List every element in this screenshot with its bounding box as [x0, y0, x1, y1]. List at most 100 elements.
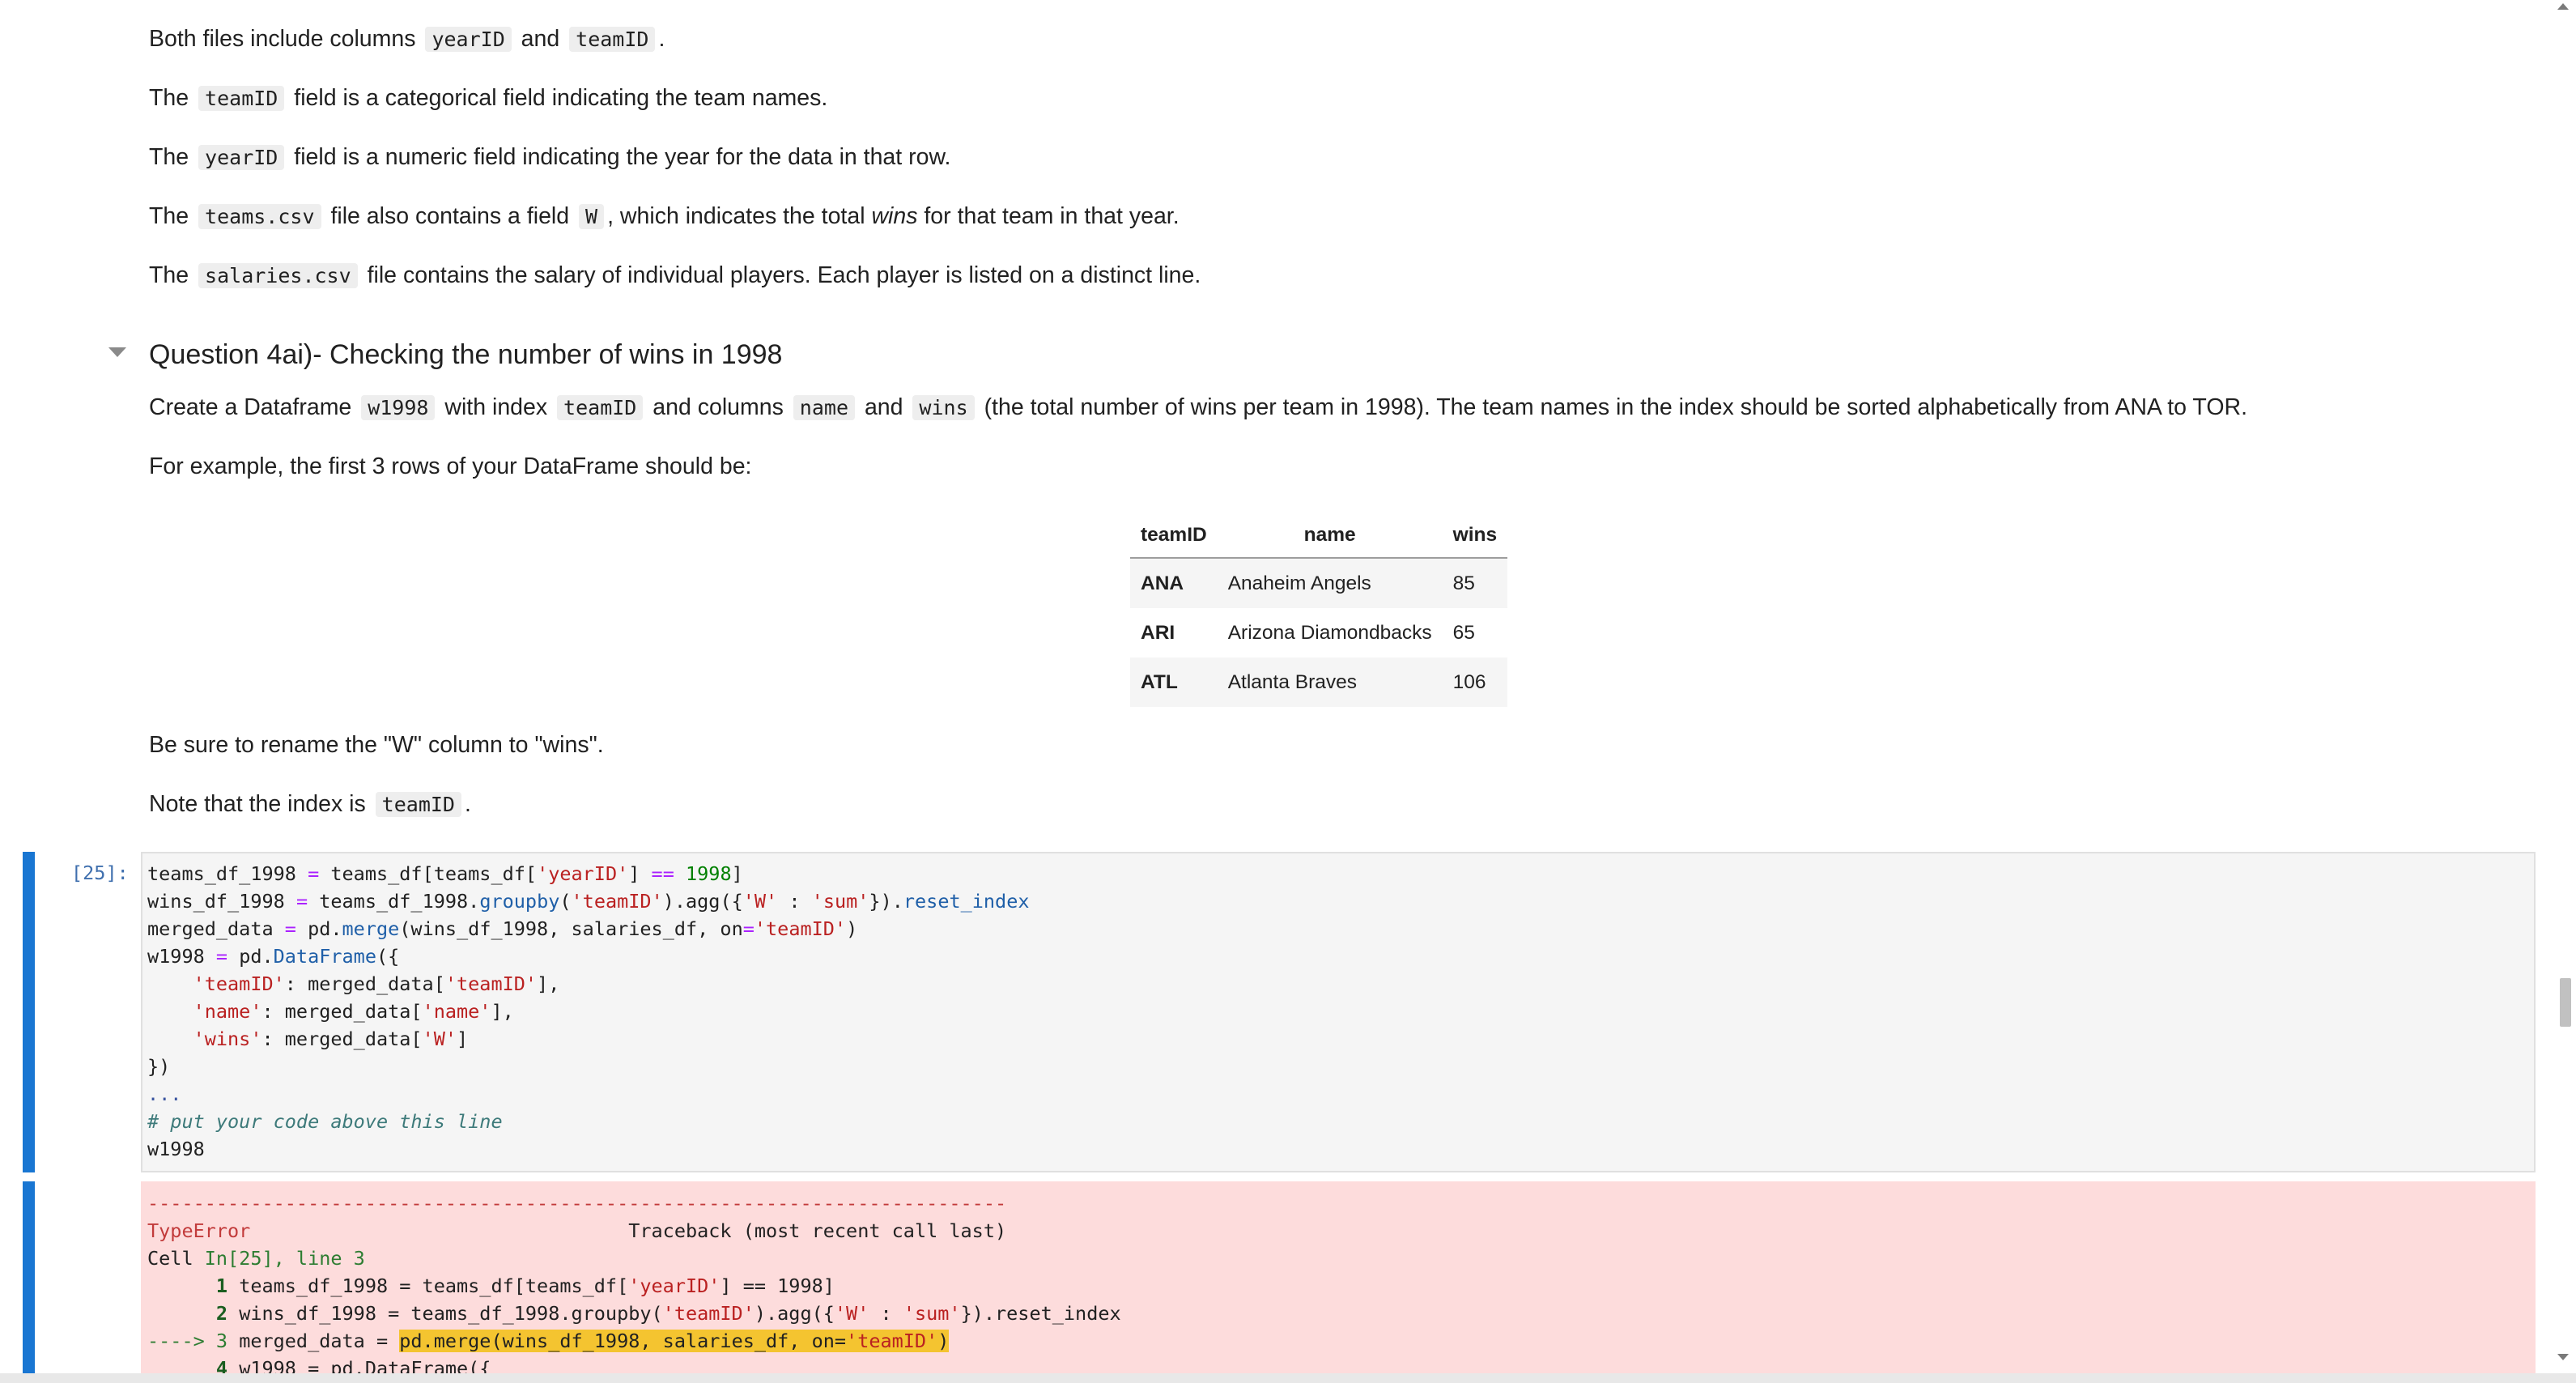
code-line: teams_df_1998 = teams_df[teams_df['yearI… [147, 862, 743, 885]
text: The [149, 144, 189, 170]
text: Cell [147, 1247, 205, 1270]
inline-code: W [579, 204, 605, 229]
text: The [149, 262, 189, 288]
text: (the total number of wins per team in 19… [984, 394, 2247, 420]
table-row: ATL Atlanta Braves 106 [1130, 657, 1508, 707]
scroll-up-arrow-icon[interactable] [2557, 3, 2569, 10]
table-header: wins [1442, 513, 1508, 559]
execution-count-prompt: [25]: [71, 862, 129, 884]
traceback-cell-line: Cell In[25], line 3 [147, 1247, 365, 1270]
code-token: DataFrame [273, 945, 376, 968]
code-token: 'sum' [903, 1302, 961, 1325]
markdown-paragraph-teamid: The teamID field is a categorical field … [149, 82, 827, 115]
code-token: 'name' [422, 1000, 491, 1023]
code-token: == [651, 862, 674, 885]
code-token: 'teamID' [571, 890, 663, 913]
code-token: ).agg({ [754, 1302, 835, 1325]
code-token: 'yearID' [537, 862, 629, 885]
code-token: : merged_data[ [261, 1028, 423, 1050]
code-line: merged_data = pd.merge(wins_df_1998, sal… [147, 917, 857, 940]
text: Both files include columns [149, 26, 416, 52]
table-index-cell: ATL [1130, 657, 1218, 707]
code-token: = [742, 917, 755, 940]
markdown-paragraph-instructions: Create a Dataframe w1998 with index team… [149, 391, 2247, 424]
scrollbar-thumb[interactable] [2560, 978, 2571, 1027]
emphasis-text: wins [871, 203, 918, 229]
error-arrow: ----> 3 [147, 1330, 240, 1352]
table-index-cell: ANA [1130, 558, 1218, 608]
code-token: 1998 [686, 862, 732, 885]
code-token: = [295, 890, 308, 913]
code-token: merge [342, 917, 400, 940]
code-token: 'name' [193, 1000, 262, 1023]
inline-code: wins [912, 395, 975, 420]
error-traceback: ----------------------------------------… [147, 1189, 1121, 1382]
code-token: reset_index [903, 890, 1030, 913]
code-token: ], [491, 1000, 514, 1023]
code-line: w1998 = pd.DataFrame({ [147, 945, 399, 968]
markdown-paragraph-index-note: Note that the index is teamID. [149, 788, 471, 821]
code-source[interactable]: teams_df_1998 = teams_df[teams_df['yearI… [147, 860, 1030, 1163]
line-number: 1 [147, 1274, 240, 1297]
code-token: = [308, 862, 320, 885]
inline-code: name [793, 395, 856, 420]
error-type: TypeError [147, 1219, 251, 1242]
table-cell: 85 [1442, 558, 1508, 608]
code-line: }) [147, 1055, 171, 1078]
collapse-caret-icon[interactable] [108, 347, 126, 357]
code-token: teams_df_1998 = teams_df[teams_df[ [239, 1274, 629, 1297]
text: The [149, 85, 189, 111]
markdown-paragraph-teams-csv: The teams.csv file also contains a field… [149, 200, 1180, 233]
table-header-row: teamID name wins [1130, 513, 1508, 559]
traceback-label: Traceback (most recent call last) [250, 1219, 1007, 1242]
inline-code: teamID [569, 27, 656, 52]
code-token: teams_df[teams_df[ [319, 862, 538, 885]
code-token: 'teamID' [846, 1330, 938, 1352]
vertical-scrollbar[interactable] [2553, 0, 2576, 1383]
text: with index [444, 394, 548, 420]
code-token: teams_df_1998 [147, 862, 308, 885]
text: file contains the salary of individual p… [367, 262, 1201, 288]
text: Create a Dataframe [149, 394, 352, 420]
code-token: wins_df_1998 = teams_df_1998.groupby( [239, 1302, 663, 1325]
scroll-down-arrow-icon[interactable] [2557, 1354, 2569, 1360]
inline-code: salaries.csv [198, 263, 358, 288]
code-token: 'teamID' [193, 972, 285, 995]
table-row: ANA Anaheim Angels 85 [1130, 558, 1508, 608]
traceback-cell-ref[interactable]: In[25], line 3 [205, 1247, 365, 1270]
code-token: = [284, 917, 296, 940]
table-cell: 106 [1442, 657, 1508, 707]
code-token: pd.merge(wins_df_1998, salaries_df, on= [399, 1330, 847, 1352]
table-row: ARI Arizona Diamondbacks 65 [1130, 608, 1507, 657]
code-line: 'name': merged_data['name'], [147, 1000, 514, 1023]
output-collapse-bar[interactable] [23, 1181, 35, 1383]
code-token: ) [937, 1330, 950, 1352]
code-token: 'W' [742, 890, 778, 913]
table-cell: Arizona Diamondbacks [1227, 621, 1432, 644]
code-token: ({ [376, 945, 400, 968]
text: , which indicates the total [607, 203, 865, 229]
text: field is a categorical field indicating … [294, 85, 828, 111]
inline-code: w1998 [361, 395, 436, 420]
code-token: : [777, 890, 812, 913]
horizontal-scrollbar[interactable] [0, 1373, 2576, 1383]
code-token: teams_df_1998. [308, 890, 480, 913]
code-token: : [869, 1302, 903, 1325]
code-token: : merged_data[ [261, 1000, 423, 1023]
code-token: }). [869, 890, 903, 913]
traceback-separator: ----------------------------------------… [147, 1192, 1007, 1215]
code-token: ], [537, 972, 560, 995]
code-token: ] [457, 1028, 469, 1050]
table-cell: Atlanta Braves [1217, 657, 1443, 707]
traceback-line: 1 teams_df_1998 = teams_df[teams_df['yea… [147, 1274, 835, 1297]
active-cell-indicator[interactable] [23, 852, 35, 1172]
code-token: ( [559, 890, 572, 913]
text: . [464, 791, 471, 817]
code-token: 'teamID' [754, 917, 847, 940]
text: and [864, 394, 903, 420]
markdown-paragraph-example: For example, the first 3 rows of your Da… [149, 453, 752, 479]
line-number: 2 [147, 1302, 240, 1325]
code-token: wins_df_1998 [147, 890, 296, 913]
